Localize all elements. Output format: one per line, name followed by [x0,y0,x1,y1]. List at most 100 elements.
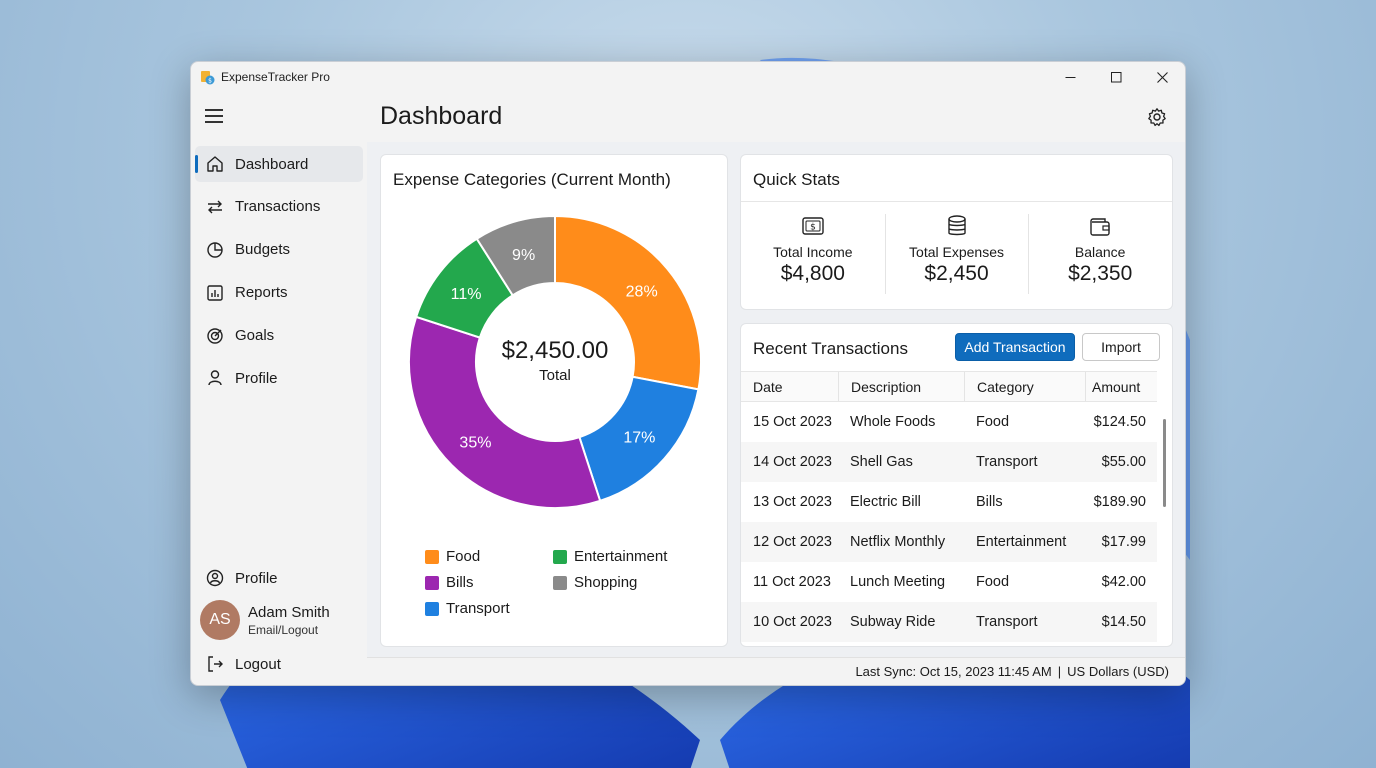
donut-label-entertainment: 11% [451,286,482,303]
legend-item-food: Food [425,548,480,565]
legend-label: Food [446,548,481,565]
sidebar: Dashboard Transactions Budgets Reports G… [191,92,367,685]
minimize-button[interactable] [1047,62,1093,92]
cell-amount: $14.50 [1101,614,1146,630]
column-header-description[interactable]: Description [838,372,964,401]
sidebar-item-label: Goals [235,327,275,345]
cell-description: Whole Foods [850,414,936,430]
maximize-button[interactable] [1093,62,1139,92]
cell-amount: $124.50 [1093,414,1146,430]
legend-item-bills: Bills [425,574,474,591]
column-header-amount[interactable]: Amount [1085,372,1157,401]
page-title: Dashboard [380,102,503,130]
legend-swatch [425,549,439,564]
legend-swatch [553,549,567,564]
cell-category: Transport [976,454,1038,470]
legend-swatch [425,575,439,590]
app-logo-icon: $ [200,70,215,85]
last-sync-text: Last Sync: Oct 15, 2023 11:45 AM [855,664,1052,679]
table-body: 15 Oct 2023 Whole Foods Food $124.50 14 … [741,402,1157,642]
stat-balance: Balance $2,350 [1028,202,1172,310]
transactions-table: Date Description Category Amount 15 Oct … [741,371,1157,642]
user-card[interactable]: AS Adam Smith Email/Logout [200,600,330,640]
table-row[interactable]: 14 Oct 2023 Shell Gas Transport $55.00 [741,442,1157,482]
table-row[interactable]: 15 Oct 2023 Whole Foods Food $124.50 [741,402,1157,442]
cell-category: Transport [976,614,1038,630]
sidebar-item-label: Profile [235,369,278,387]
svg-text:$: $ [208,77,212,84]
expense-categories-card: Expense Categories (Current Month) 28% 17… [380,154,728,647]
cell-description: Subway Ride [850,614,936,630]
legend-label: Transport [446,600,510,617]
person-icon [205,368,225,388]
user-subtitle[interactable]: Email/Logout [248,623,330,637]
maximize-icon [1110,71,1121,82]
stat-total-income: $ Total Income $4,800 [741,202,885,310]
table-row[interactable]: 11 Oct 2023 Lunch Meeting Food $42.00 [741,562,1157,602]
person-circle-icon [205,568,225,588]
donut-total-label: Total [539,367,571,384]
cell-description: Lunch Meeting [850,574,946,590]
legend-item-entertainment: Entertainment [553,548,667,565]
legend-label: Entertainment [574,548,668,565]
cell-category: Entertainment [976,534,1067,550]
import-button[interactable]: Import [1082,333,1160,361]
page-header: Dashboard [367,92,1185,142]
sidebar-item-label: Reports [235,284,288,302]
cell-description: Shell Gas [850,454,913,470]
categories-title: Expense Categories (Current Month) [393,170,671,189]
sidebar-item-profile[interactable]: Profile [195,360,363,396]
table-row[interactable]: 13 Oct 2023 Electric Bill Bills $189.90 [741,482,1157,522]
sidebar-item-transactions[interactable]: Transactions [195,189,363,225]
stat-label: Total Expenses [909,244,1004,260]
cell-amount: $17.99 [1101,534,1146,550]
logout-button[interactable]: Logout [195,647,363,681]
coins-icon [885,214,1029,238]
legend-label: Bills [446,574,474,591]
svg-text:$: $ [810,223,816,233]
cell-date: 10 Oct 2023 [753,614,832,630]
stat-label: Total Income [773,244,853,260]
table-row[interactable]: 10 Oct 2023 Subway Ride Transport $14.50 [741,602,1157,642]
logout-label: Logout [235,655,281,673]
legend-label: Shopping [574,574,638,591]
gear-icon[interactable] [1147,107,1167,127]
minimize-icon [1065,76,1075,78]
cell-category: Food [976,414,1010,430]
stat-value: $2,450 [924,262,989,285]
cell-amount: $189.90 [1093,494,1146,510]
recent-transactions-card: Recent Transactions Add Transaction Impo… [740,323,1173,647]
add-transaction-button[interactable]: Add Transaction [955,333,1075,361]
arrows-swap-icon [205,197,225,217]
close-button[interactable] [1139,62,1185,92]
cell-category: Bills [976,494,1003,510]
sidebar-profile-link[interactable]: Profile [195,561,363,595]
cell-amount: $42.00 [1101,574,1146,590]
menu-toggle-icon[interactable] [205,109,223,123]
avatar: AS [200,600,240,640]
column-header-category[interactable]: Category [964,372,1085,401]
column-header-date[interactable]: Date [741,372,838,401]
legend-item-shopping: Shopping [553,574,637,591]
user-name: Adam Smith [248,603,330,621]
sidebar-item-dashboard[interactable]: Dashboard [195,146,363,182]
stat-value: $2,350 [1068,262,1133,285]
cell-date: 14 Oct 2023 [753,454,832,470]
stat-total-expenses: Total Expenses $2,450 [884,202,1029,310]
quick-stats-title: Quick Stats [753,170,840,189]
sidebar-item-label: Budgets [235,241,291,259]
bar-chart-icon [205,283,225,303]
stat-label: Balance [1074,244,1126,260]
table-scrollbar[interactable] [1163,419,1166,507]
table-row[interactable]: 12 Oct 2023 Netflix Monthly Entertainmen… [741,522,1157,562]
legend-item-transport: Transport [425,600,510,617]
main-content: Dashboard Expense Categories (Current Mo… [367,92,1185,685]
donut-label-transport: 17% [623,429,655,446]
logout-icon [205,654,225,674]
cell-date: 12 Oct 2023 [753,534,832,550]
sidebar-item-budgets[interactable]: Budgets [195,232,363,268]
sidebar-item-reports[interactable]: Reports [195,275,363,311]
home-icon [205,154,225,174]
donut-chart: 28% 17% 35% 11% 9% $2,450.00 Total [408,214,702,509]
sidebar-item-goals[interactable]: Goals [195,318,363,354]
